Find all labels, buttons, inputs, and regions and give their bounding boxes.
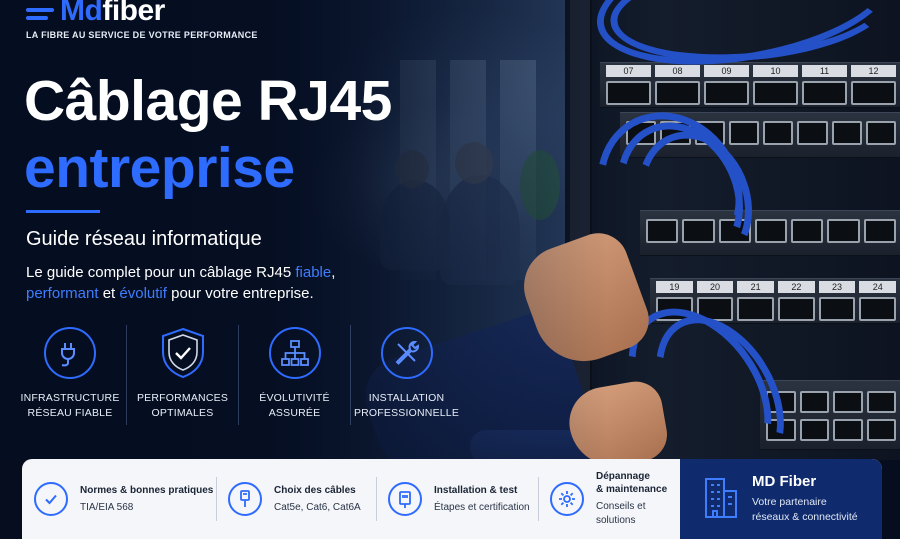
feature-scalability: ÉVOLUTIVITÉ ASSURÉE	[238, 325, 350, 425]
info-title: Normes & bonnes pratiques	[80, 484, 214, 496]
title-divider	[26, 210, 100, 213]
info-title: Dépannage	[596, 471, 650, 482]
feature-label: PROFESSIONNELLE	[353, 407, 460, 419]
port-label: 12	[851, 65, 896, 77]
feature-performance: PERFORMANCES OPTIMALES	[126, 325, 238, 425]
info-title: Installation & test	[434, 484, 518, 496]
port-label: 11	[802, 65, 847, 77]
port-label: 10	[753, 65, 798, 77]
port-label: 22	[778, 281, 815, 293]
port-label: 21	[737, 281, 775, 293]
feature-label: ÉVOLUTIVITÉ	[259, 392, 330, 404]
desc-text: pour votre entreprise.	[166, 285, 314, 302]
banner: 07 08 09 10 11 12 19 20 21 22 23 2	[0, 0, 900, 539]
desc-text: et	[98, 285, 120, 302]
desc-text: ,	[331, 264, 336, 281]
logo-prefix: Md	[60, 0, 103, 27]
tools-icon	[380, 327, 433, 379]
logo-wordmark: Mdfiber	[60, 0, 165, 28]
info-title: & maintenance	[596, 484, 668, 495]
port-label: 08	[655, 65, 700, 77]
info-subtitle: Conseils et solutions	[596, 501, 646, 526]
check-circle-icon	[34, 482, 68, 516]
desc-text: Le guide complet pour un câblage RJ45	[26, 264, 296, 281]
desc-highlight: fiable	[295, 264, 332, 281]
hero-title-line2: entreprise	[24, 136, 295, 200]
hero-description: Le guide complet pour un câblage RJ45 fi…	[26, 262, 356, 304]
desc-highlight: performant	[26, 285, 99, 302]
feature-installation: INSTALLATION PROFESSIONNELLE	[350, 325, 462, 425]
info-title: Choix des câbles	[274, 484, 356, 496]
info-standards: Normes & bonnes pratiques TIA/EIA 568	[22, 459, 216, 539]
feature-label: OPTIMALES	[151, 407, 214, 419]
info-subtitle: Étapes et certification	[434, 501, 530, 513]
patch-panel-top: 07 08 09 10 11 12	[600, 62, 900, 108]
port-label: 19	[656, 281, 693, 293]
brand-box: MD Fiber Votre partenaire réseaux & conn…	[680, 459, 882, 539]
info-subtitle: TIA/EIA 568	[80, 501, 134, 513]
building-icon	[702, 475, 740, 524]
hero-title-line1: Câblage RJ45	[24, 69, 392, 133]
port-label: 20	[696, 281, 734, 293]
info-cables: Choix des câbles Cat5e, Cat6, Cat6A	[216, 459, 376, 539]
connector-icon	[388, 482, 422, 516]
logo-bars-icon	[26, 8, 54, 20]
feature-list: INFRASTRUCTURE RÉSEAU FIABLE PERFORMANCES…	[14, 325, 474, 425]
cable-icon	[228, 482, 262, 516]
bottom-info-bar: Normes & bonnes pratiques TIA/EIA 568 Ch…	[22, 459, 882, 539]
brand-logo[interactable]: Mdfiber	[26, 0, 165, 28]
port-label: 24	[859, 281, 897, 293]
feature-infrastructure: INFRASTRUCTURE RÉSEAU FIABLE	[14, 325, 126, 425]
brand-box-name: MD Fiber	[752, 473, 817, 490]
brand-box-line: réseaux & connectivité	[752, 511, 858, 523]
gear-icon	[550, 482, 584, 516]
brand-box-line: Votre partenaire	[752, 496, 827, 508]
feature-label: INFRASTRUCTURE	[20, 392, 120, 404]
hero-subtitle: Guide réseau informatique	[26, 228, 262, 250]
logo-suffix: fiber	[102, 0, 165, 27]
feature-label: INSTALLATION	[368, 392, 445, 404]
port-label: 23	[818, 281, 856, 293]
feature-label: RÉSEAU FIABLE	[27, 407, 113, 419]
plug-icon	[44, 327, 96, 379]
feature-label: PERFORMANCES	[136, 392, 229, 404]
feature-label: ASSURÉE	[268, 407, 321, 419]
shield-check-icon	[157, 327, 209, 379]
brand-tagline: LA FIBRE AU SERVICE DE VOTRE PERFORMANCE	[26, 30, 258, 40]
info-installation-test: Installation & test Étapes et certificat…	[376, 459, 538, 539]
info-subtitle: Cat5e, Cat6, Cat6A	[274, 501, 361, 513]
network-icon	[268, 327, 321, 379]
port-label: 09	[704, 65, 749, 77]
info-maintenance: Dépannage & maintenance Conseils et solu…	[538, 459, 680, 539]
desc-highlight: évolutif	[119, 285, 167, 302]
